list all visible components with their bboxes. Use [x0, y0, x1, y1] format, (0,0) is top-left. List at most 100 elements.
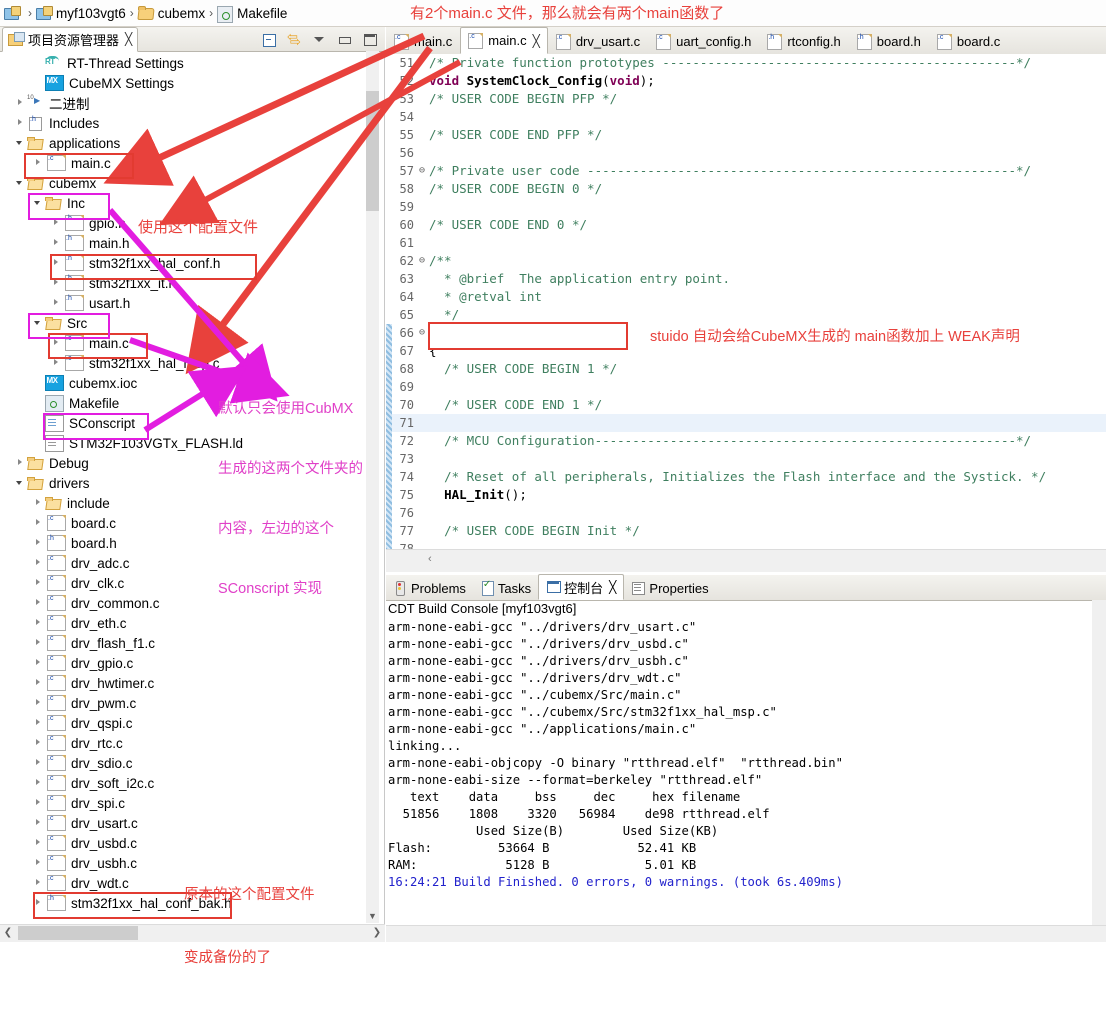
tree-item[interactable]: cubemx [0, 173, 368, 193]
console-tab-Problems[interactable]: Problems [386, 576, 473, 600]
tree-item[interactable]: drv_spi.c [0, 793, 368, 813]
console-horizontal-scrollbar[interactable] [386, 925, 1106, 942]
breadcrumb-item-project[interactable]: myf103vgt6 [36, 0, 126, 26]
close-icon[interactable]: ╳ [125, 32, 132, 46]
chevron-right-icon[interactable] [32, 853, 45, 873]
chevron-right-icon[interactable] [50, 233, 63, 253]
chevron-right-icon[interactable] [32, 493, 45, 513]
chevron-right-icon[interactable] [50, 333, 63, 353]
fold-marker[interactable]: ⊖ [417, 162, 427, 180]
explorer-vertical-scrollbar[interactable]: ▲ ▼ [366, 51, 379, 923]
fold-marker[interactable] [417, 288, 427, 306]
chevron-right-icon[interactable] [32, 893, 45, 913]
fold-marker[interactable] [417, 378, 427, 396]
tree-item[interactable]: RT-Thread Settings [0, 53, 368, 73]
chevron-right-icon[interactable] [32, 513, 45, 533]
editor-tab-board-c[interactable]: board.c [929, 28, 1008, 54]
editor-tab-board-h[interactable]: board.h [849, 28, 929, 54]
tree-item[interactable]: stm32f1xx_hal_conf_bak.h [0, 893, 368, 913]
tree-item[interactable]: gpio.h [0, 213, 368, 233]
console-tab-控制台[interactable]: 控制台 ╳ [538, 574, 625, 600]
tree-item[interactable]: drv_usbd.c [0, 833, 368, 853]
tree-item[interactable]: board.h [0, 533, 368, 553]
close-icon[interactable]: ╳ [609, 580, 616, 594]
tree-item[interactable]: Inc [0, 193, 368, 213]
tree-item[interactable]: drivers [0, 473, 368, 493]
fold-marker[interactable] [417, 306, 427, 324]
chevron-right-icon[interactable] [32, 633, 45, 653]
fold-marker[interactable] [417, 504, 427, 522]
fold-marker[interactable] [417, 450, 427, 468]
chevron-right-icon[interactable] [32, 793, 45, 813]
link-with-editor-icon[interactable] [287, 29, 303, 50]
chevron-right-icon[interactable] [14, 113, 27, 133]
chevron-right-icon[interactable] [50, 273, 63, 293]
fold-marker[interactable] [417, 396, 427, 414]
console-tab-Tasks[interactable]: Tasks [473, 576, 538, 600]
view-menu-icon[interactable] [312, 32, 328, 47]
breadcrumb-item-workspace[interactable] [4, 0, 24, 26]
explorer-horizontal-scrollbar[interactable]: ❮ ❯ [0, 924, 385, 942]
fold-marker[interactable] [417, 234, 427, 252]
fold-marker[interactable] [417, 360, 427, 378]
console-tab-Properties[interactable]: Properties [624, 576, 715, 600]
fold-marker[interactable] [417, 108, 427, 126]
chevron-right-icon[interactable] [32, 613, 45, 633]
chevron-down-icon[interactable] [32, 193, 45, 213]
tree-item[interactable]: drv_gpio.c [0, 653, 368, 673]
tree-item[interactable]: usart.h [0, 293, 368, 313]
chevron-right-icon[interactable] [32, 693, 45, 713]
tab-project-explorer[interactable]: 项目资源管理器 ╳ [2, 26, 139, 52]
chevron-right-icon[interactable] [32, 153, 45, 173]
chevron-right-icon[interactable] [32, 673, 45, 693]
tree-item[interactable]: drv_rtc.c [0, 733, 368, 753]
breadcrumb-item-folder[interactable]: cubemx [137, 0, 205, 26]
tree-item[interactable]: drv_flash_f1.c [0, 633, 368, 653]
fold-marker[interactable] [417, 54, 427, 72]
chevron-right-icon[interactable] [32, 813, 45, 833]
tree-item[interactable]: drv_adc.c [0, 553, 368, 573]
chevron-down-icon[interactable] [14, 173, 27, 193]
project-tree[interactable]: RT-Thread Settings CubeMX Settings 二进制 Incl… [0, 51, 368, 923]
editor-tab-main-c[interactable]: main.c ╳ [460, 27, 548, 54]
fold-marker[interactable] [417, 270, 427, 288]
tree-item[interactable]: Includes [0, 113, 368, 133]
breadcrumb-item-file[interactable]: Makefile [217, 0, 287, 26]
chevron-right-icon[interactable] [32, 573, 45, 593]
scroll-thumb-h[interactable] [18, 926, 138, 940]
chevron-right-icon[interactable] [32, 533, 45, 553]
scroll-up-icon[interactable]: ▲ [366, 51, 379, 65]
tree-item[interactable]: Src [0, 313, 368, 333]
chevron-right-icon[interactable] [14, 453, 27, 473]
tree-item[interactable]: stm32f1xx_hal_conf.h [0, 253, 368, 273]
tree-item[interactable]: drv_common.c [0, 593, 368, 613]
tree-item[interactable]: Makefile [0, 393, 368, 413]
fold-marker[interactable] [417, 144, 427, 162]
tree-item[interactable]: board.c [0, 513, 368, 533]
code-area[interactable]: 51 /* Private function prototypes -------… [386, 54, 1106, 550]
tree-item[interactable]: drv_pwm.c [0, 693, 368, 713]
tree-item[interactable]: drv_usbh.c [0, 853, 368, 873]
tree-item[interactable]: drv_sdio.c [0, 753, 368, 773]
scroll-down-icon[interactable]: ▼ [366, 909, 379, 923]
chevron-right-icon[interactable] [50, 353, 63, 373]
tree-item[interactable]: drv_hwtimer.c [0, 673, 368, 693]
scroll-left-icon[interactable]: ‹ [428, 553, 432, 565]
fold-marker[interactable] [417, 72, 427, 90]
chevron-right-icon[interactable] [32, 833, 45, 853]
tree-item[interactable]: drv_usart.c [0, 813, 368, 833]
editor-tab-drv_usart-c[interactable]: drv_usart.c [548, 28, 648, 54]
tree-item[interactable]: Debug [0, 453, 368, 473]
chevron-right-icon[interactable] [50, 293, 63, 313]
chevron-right-icon[interactable] [32, 713, 45, 733]
collapse-all-icon[interactable] [262, 32, 278, 47]
editor-tab-uart_config-h[interactable]: uart_config.h [648, 28, 759, 54]
tree-item[interactable]: include [0, 493, 368, 513]
chevron-right-icon[interactable] [32, 653, 45, 673]
chevron-right-icon[interactable] [50, 253, 63, 273]
tree-item[interactable]: drv_qspi.c [0, 713, 368, 733]
chevron-down-icon[interactable] [14, 473, 27, 493]
tree-item[interactable]: STM32F103VGTx_FLASH.ld [0, 433, 368, 453]
minimize-icon[interactable] [337, 32, 353, 47]
fold-marker[interactable] [417, 414, 427, 432]
